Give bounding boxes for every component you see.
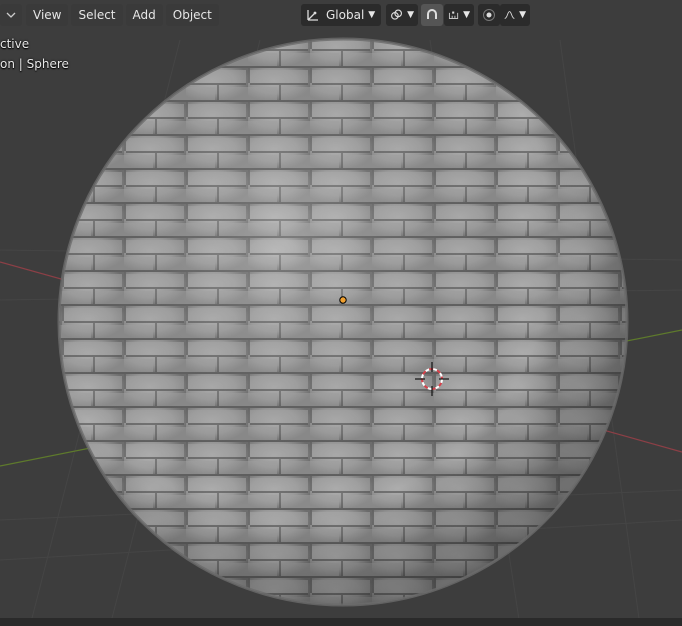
3d-viewport[interactable] — [0, 0, 682, 626]
chevron-down-icon: ▼ — [368, 10, 376, 20]
snap-magnet-icon — [427, 9, 437, 19]
bottom-bar — [0, 618, 682, 626]
add-menu[interactable]: Add — [125, 4, 163, 26]
object-menu[interactable]: Object — [165, 4, 219, 26]
snap-toggle[interactable] — [421, 4, 443, 26]
pivot-link-icon — [391, 9, 403, 20]
proportional-edit-toggle[interactable] — [478, 4, 500, 26]
snap-increment-icon — [448, 11, 459, 19]
editor-type-button[interactable] — [0, 4, 22, 26]
pivot-point-dropdown[interactable]: ▼ — [386, 4, 418, 26]
chevron-icon — [6, 12, 16, 18]
sphere-object — [57, 37, 629, 607]
falloff-curve-icon — [504, 11, 515, 19]
view-menu[interactable]: View — [26, 4, 69, 26]
falloff-dropdown[interactable]: ▼ — [500, 4, 530, 26]
orientation-label: Global — [326, 8, 365, 22]
viewport-scene — [0, 37, 682, 626]
snap-target-dropdown[interactable]: ▼ — [444, 4, 474, 26]
select-menu[interactable]: Select — [71, 4, 123, 26]
viewport-mode-text: ctive — [0, 37, 30, 51]
viewport-object-text: on | Sphere — [0, 57, 69, 71]
transform-orientation-dropdown[interactable]: Global ▼ — [301, 4, 381, 26]
object-origin-dot — [339, 296, 347, 304]
proportional-edit-icon — [483, 9, 495, 21]
chevron-down-icon: ▼ — [463, 10, 470, 20]
transform-orientation-icon — [307, 10, 318, 21]
chevron-down-icon: ▼ — [519, 10, 526, 20]
chevron-down-icon: ▼ — [407, 10, 414, 20]
